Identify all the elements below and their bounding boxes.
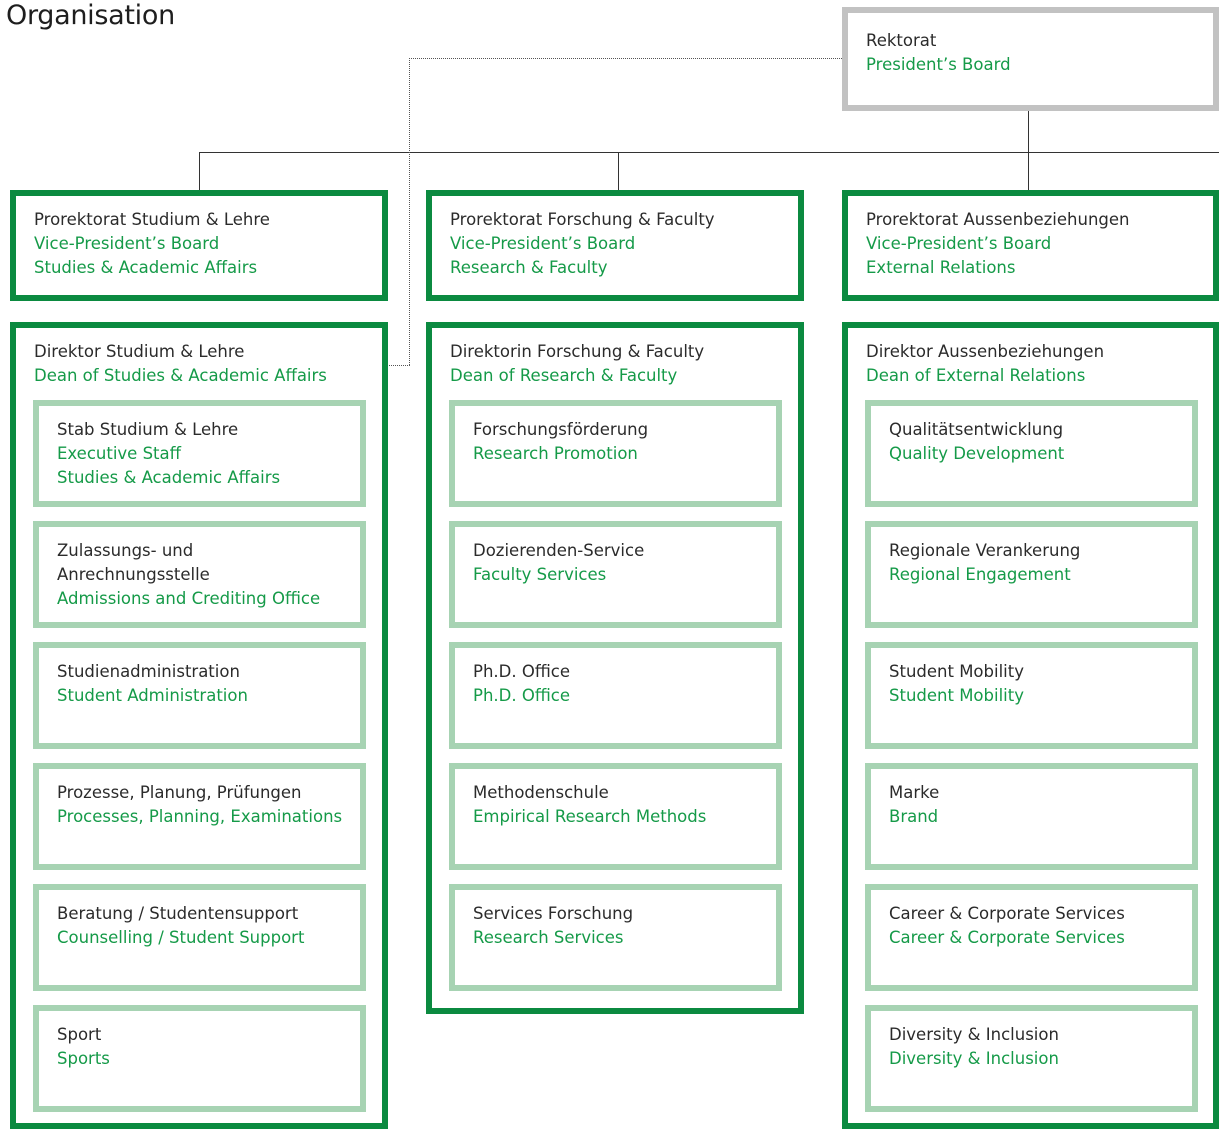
unit-label-de: Sport [57,1025,102,1044]
unit-regionale-verankerung: Regionale Verankerung Regional Engagemen… [865,521,1198,628]
unit-label-de: Diversity & Inclusion [889,1025,1059,1044]
rektorat-box: Rektorat President’s Board [842,7,1219,111]
connector-col2 [618,152,619,190]
connector-horizontal [199,152,1219,153]
unit-label-en: Counselling / Student Support [57,928,305,947]
unit-career-services: Career & Corporate Services Career & Cor… [865,884,1198,991]
unit-label-en: Research Promotion [473,444,638,463]
unit-studienadministration: Studienadministration Student Administra… [33,642,366,749]
unit-phd-office: Ph.D. Office Ph.D. Office [449,642,782,749]
unit-label-de: Anrechnungsstelle [57,565,210,584]
unit-label-de: Prozesse, Planung, Prüfungen [57,783,302,802]
unit-label-de: Ph.D. Office [473,662,571,681]
dotted-line-bottom [387,365,410,366]
direktor-label-en: Dean of Research & Faculty [450,366,678,385]
prorektorat-label-de: Prorektorat Aussenbeziehungen [866,210,1130,229]
prorektorat-label-de: Prorektorat Studium & Lehre [34,210,270,229]
unit-label-en: Student Administration [57,686,248,705]
prorektorat-label-en: External Relations [866,258,1016,277]
rektorat-label-en: President’s Board [866,55,1011,74]
prorektorat-label-en: Vice-President’s Board [34,234,220,253]
unit-dozierenden-service: Dozierenden-Service Faculty Services [449,521,782,628]
unit-label-en: Research Services [473,928,624,947]
unit-services-forschung: Services Forschung Research Services [449,884,782,991]
unit-qualitaetsentwicklung: Qualitätsentwicklung Quality Development [865,400,1198,507]
unit-label-en: Diversity & Inclusion [889,1049,1059,1068]
unit-label-en: Studies & Academic Affairs [57,468,281,487]
unit-stab-studium: Stab Studium & Lehre Executive Staff Stu… [33,400,366,507]
unit-label-en: Sports [57,1049,110,1068]
prorektorat-forschung-box: Prorektorat Forschung & Faculty Vice-Pre… [426,190,804,301]
connector-col1 [199,152,200,190]
unit-label-de: Dozierenden-Service [473,541,645,560]
direktor-label-de: Direktorin Forschung & Faculty [450,342,705,361]
unit-label-de: Qualitätsentwicklung [889,420,1064,439]
unit-label-de: Stab Studium & Lehre [57,420,239,439]
unit-label-en: Executive Staff [57,444,181,463]
unit-label-en: Student Mobility [889,686,1024,705]
direktor-label-de: Direktor Studium & Lehre [34,342,245,361]
unit-forschungsfoerderung: Forschungsförderung Research Promotion [449,400,782,507]
unit-label-de: Services Forschung [473,904,634,923]
unit-methodenschule: Methodenschule Empirical Research Method… [449,763,782,870]
unit-label-en: Admissions and Crediting Office [57,589,321,608]
unit-zulassung: Zulassungs- und Anrechnungsstelle Admiss… [33,521,366,628]
unit-label-de: Marke [889,783,940,802]
unit-label-en: Career & Corporate Services [889,928,1125,947]
unit-label-de: Beratung / Studentensupport [57,904,299,923]
prorektorat-aussen-box: Prorektorat Aussenbeziehungen Vice-Presi… [842,190,1219,301]
unit-label-en: Ph.D. Office [473,686,571,705]
unit-sport: Sport Sports [33,1005,366,1112]
unit-label-en: Regional Engagement [889,565,1071,584]
prorektorat-label-de: Prorektorat Forschung & Faculty [450,210,715,229]
direktor-label-de: Direktor Aussenbeziehungen [866,342,1105,361]
unit-label-en: Processes, Planning, Examinations [57,807,343,826]
prorektorat-label-en: Research & Faculty [450,258,608,277]
unit-beratung: Beratung / Studentensupport Counselling … [33,884,366,991]
unit-label-de: Zulassungs- und [57,541,194,560]
direktor-label-en: Dean of External Relations [866,366,1086,385]
page-title: Organisation [6,0,175,31]
prorektorat-label-en: Studies & Academic Affairs [34,258,258,277]
unit-label-de: Career & Corporate Services [889,904,1125,923]
dotted-line-vertical [409,58,410,365]
prorektorat-label-en: Vice-President’s Board [866,234,1052,253]
unit-label-en: Faculty Services [473,565,607,584]
unit-label-en: Quality Development [889,444,1065,463]
unit-label-de: Student Mobility [889,662,1024,681]
unit-label-en: Empirical Research Methods [473,807,707,826]
prorektorat-studium-box: Prorektorat Studium & Lehre Vice-Preside… [10,190,388,301]
unit-label-de: Forschungsförderung [473,420,649,439]
unit-marke: Marke Brand [865,763,1198,870]
dotted-line-top [409,58,842,59]
connector-col3 [1028,152,1029,190]
unit-student-mobility: Student Mobility Student Mobility [865,642,1198,749]
rektorat-label-de: Rektorat [866,31,937,50]
unit-label-de: Regionale Verankerung [889,541,1081,560]
unit-label-de: Studienadministration [57,662,240,681]
unit-label-de: Methodenschule [473,783,609,802]
unit-prozesse: Prozesse, Planung, Prüfungen Processes, … [33,763,366,870]
direktor-label-en: Dean of Studies & Academic Affairs [34,366,327,385]
unit-diversity-inclusion: Diversity & Inclusion Diversity & Inclus… [865,1005,1198,1112]
prorektorat-label-en: Vice-President’s Board [450,234,636,253]
unit-label-en: Brand [889,807,939,826]
connector-rektorat-down [1028,110,1029,153]
